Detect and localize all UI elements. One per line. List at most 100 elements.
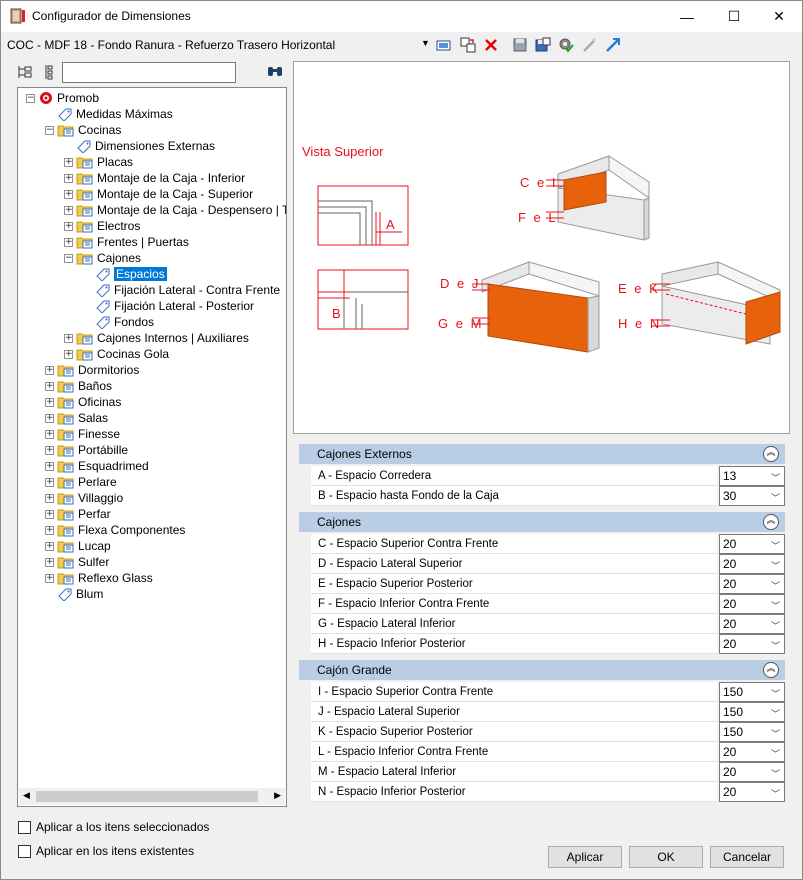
property-value-dropdown[interactable]: 20 ﹀ [719, 742, 785, 762]
expand-icon[interactable]: + [45, 365, 54, 375]
chevron-down-icon[interactable]: ﹀ [771, 559, 780, 572]
tree-item[interactable]: + Oficinas [45, 394, 121, 410]
tree-item[interactable]: + Dormitorios [45, 362, 139, 378]
tree-item[interactable]: − Promob [26, 90, 99, 106]
maximize-button[interactable]: ☐ [711, 1, 757, 32]
chevron-down-icon[interactable]: ﹀ [771, 619, 780, 632]
tree-horizontal-scrollbar[interactable]: ◀ ▶ [19, 788, 285, 805]
property-value-dropdown[interactable]: 20 ﹀ [719, 534, 785, 554]
expand-icon[interactable]: + [45, 381, 54, 391]
property-value-dropdown[interactable]: 20 ﹀ [719, 634, 785, 654]
expand-icon[interactable]: + [64, 221, 73, 231]
expand-icon[interactable]: + [45, 525, 54, 535]
expand-icon[interactable]: + [45, 573, 54, 583]
scroll-right-arrow[interactable]: ▶ [274, 790, 281, 801]
property-value-dropdown[interactable]: 150 ﹀ [719, 722, 785, 742]
tree-item[interactable]: + Villaggio [45, 490, 123, 506]
expand-icon[interactable]: + [64, 349, 73, 359]
copy-item-icon[interactable] [459, 36, 477, 54]
property-value-dropdown[interactable]: 150 ﹀ [719, 682, 785, 702]
tree-item[interactable]: + Cocinas Gola [64, 346, 169, 362]
chevron-down-icon[interactable]: ﹀ [771, 727, 780, 740]
apply-existing-option[interactable]: Aplicar en los itens existentes [18, 844, 194, 858]
view-icon[interactable] [435, 36, 453, 54]
apply-selected-option[interactable]: Aplicar a los itens seleccionados [18, 820, 209, 834]
expand-icon[interactable]: + [45, 557, 54, 567]
apply-existing-checkbox[interactable] [18, 844, 31, 858]
tree-item[interactable]: + Perlare [45, 474, 117, 490]
property-value-dropdown[interactable]: 30 ﹀ [719, 486, 785, 506]
save-icon[interactable] [511, 36, 529, 54]
tree-item[interactable]: + Lucap [45, 538, 111, 554]
apply-button[interactable]: Aplicar [548, 846, 622, 868]
tree-item[interactable]: Medidas Máximas [45, 106, 173, 122]
tree-item[interactable]: − Cocinas [45, 122, 121, 138]
expand-icon[interactable]: + [64, 189, 73, 199]
tree-item[interactable]: − Cajones [64, 250, 141, 266]
property-value-dropdown[interactable]: 20 ﹀ [719, 594, 785, 614]
expand-icon[interactable]: + [45, 509, 54, 519]
tree-item[interactable]: + Frentes | Puertas [64, 234, 189, 250]
tree-item[interactable]: + Reflexo Glass [45, 570, 153, 586]
expand-icon[interactable]: + [64, 205, 73, 215]
collapse-icon[interactable]: − [64, 253, 73, 263]
chevron-down-icon[interactable]: ﹀ [771, 787, 780, 800]
chevron-down-icon[interactable]: ﹀ [771, 471, 780, 484]
minimize-button[interactable]: — [664, 1, 710, 32]
collapse-section-icon[interactable]: ︽ [763, 446, 779, 462]
apply-selected-checkbox[interactable] [18, 820, 31, 834]
collapse-section-icon[interactable]: ︽ [763, 514, 779, 530]
tree-item[interactable]: + Electros [64, 218, 140, 234]
tree-item[interactable]: + Portábille [45, 442, 128, 458]
property-value-dropdown[interactable]: 20 ﹀ [719, 782, 785, 802]
expand-arrow-icon[interactable] [604, 36, 622, 54]
section-header[interactable]: Cajones Externos ︽ [299, 444, 785, 464]
section-header[interactable]: Cajones ︽ [299, 512, 785, 532]
expand-icon[interactable]: + [64, 333, 73, 343]
tree-item[interactable]: + Finesse [45, 426, 120, 442]
expand-icon[interactable]: + [64, 157, 73, 167]
chevron-down-icon[interactable]: ﹀ [771, 707, 780, 720]
expand-icon[interactable]: + [64, 173, 73, 183]
expand-icon[interactable]: + [45, 413, 54, 423]
tree-item[interactable]: + Montaje de la Caja - Despensero | Torre [64, 202, 286, 218]
expand-icon[interactable]: + [45, 541, 54, 551]
chevron-down-icon[interactable]: ﹀ [771, 767, 780, 780]
tree-item[interactable]: + Placas [64, 154, 133, 170]
chevron-down-icon[interactable]: ﹀ [771, 491, 780, 504]
library-tree[interactable]: Blum + Reflexo Glass + Sulfer + Lucap + Flexa Co… [17, 87, 287, 807]
tree-item[interactable]: + Baños [45, 378, 112, 394]
property-value-dropdown[interactable]: 150 ﹀ [719, 702, 785, 722]
model-dropdown-arrow[interactable]: ▼ [421, 38, 430, 48]
tree-item[interactable]: Dimensiones Externas [64, 138, 215, 154]
chevron-down-icon[interactable]: ﹀ [771, 687, 780, 700]
tree-item[interactable]: Fondos [83, 314, 154, 330]
save-as-icon[interactable] [534, 36, 552, 54]
collapse-icon[interactable]: − [45, 125, 54, 135]
expand-icon[interactable]: + [45, 493, 54, 503]
tree-item[interactable]: + Flexa Componentes [45, 522, 185, 538]
settings-check-icon[interactable] [557, 36, 575, 54]
tree-item[interactable]: Fijación Lateral - Posterior [83, 298, 254, 314]
scroll-left-arrow[interactable]: ◀ [23, 790, 30, 801]
property-value-dropdown[interactable]: 20 ﹀ [719, 574, 785, 594]
collapse-section-icon[interactable]: ︽ [763, 662, 779, 678]
chevron-down-icon[interactable]: ﹀ [771, 747, 780, 760]
expand-icon[interactable]: + [45, 397, 54, 407]
tree-search-input[interactable] [62, 62, 236, 83]
expand-icon[interactable]: + [45, 429, 54, 439]
scroll-thumb[interactable] [36, 791, 258, 802]
tree-item[interactable]: Blum [45, 586, 103, 602]
binoculars-icon[interactable] [266, 64, 284, 80]
tree-item[interactable]: + Perfar [45, 506, 111, 522]
tree-item[interactable]: Espacios [83, 266, 167, 282]
collapse-icon[interactable]: − [26, 93, 35, 103]
cancel-button[interactable]: Cancelar [710, 846, 784, 868]
tree-item[interactable]: + Montaje de la Caja - Superior [64, 186, 253, 202]
ok-button[interactable]: OK [629, 846, 703, 868]
tree-item[interactable]: + Montaje de la Caja - Inferior [64, 170, 245, 186]
expand-icon[interactable]: + [45, 461, 54, 471]
tree-collapse-all-icon[interactable] [40, 63, 58, 81]
close-button[interactable]: ✕ [756, 1, 802, 32]
property-value-dropdown[interactable]: 20 ﹀ [719, 614, 785, 634]
